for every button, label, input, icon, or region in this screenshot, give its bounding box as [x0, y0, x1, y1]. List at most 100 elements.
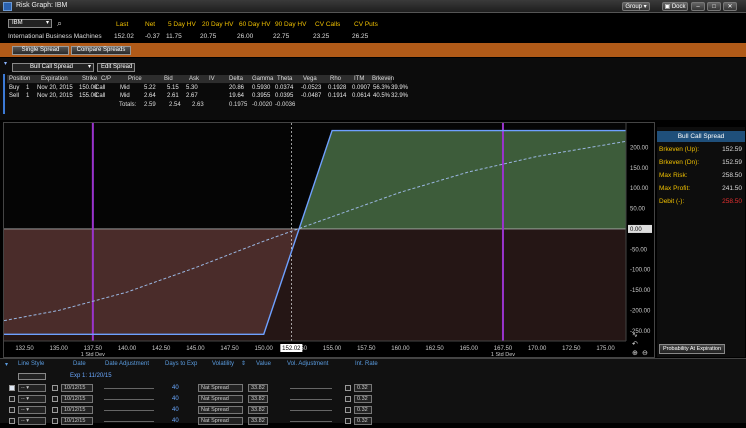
table-cell: 19.64: [229, 93, 245, 99]
settings-header: Days to Exp: [165, 361, 198, 367]
date-field[interactable]: 10/12/15: [61, 406, 93, 414]
settings-header: Date Adjustment: [105, 361, 150, 367]
quote-header: CV Calls: [315, 21, 341, 28]
interest-rate-field[interactable]: 0.32: [354, 395, 372, 403]
vol-adjust-slider[interactable]: [290, 410, 332, 411]
close-icon: ✕: [727, 4, 733, 10]
vol-adjust-slider[interactable]: [290, 388, 332, 389]
volatility-select[interactable]: Nat Spread: [198, 395, 243, 403]
quote-header: 5 Day HV: [168, 21, 196, 28]
table-header: IV: [209, 76, 215, 82]
volatility-value[interactable]: 33.82: [248, 406, 268, 414]
rate-checkbox[interactable]: [345, 385, 351, 391]
position-row[interactable]: Buy 1 Nov 20, 2015 150.00 Call Mid 5.22 5.15 5.3…: [7, 84, 408, 92]
vol-adjust-slider[interactable]: [290, 421, 332, 422]
interest-rate-field[interactable]: 0.32: [354, 406, 372, 414]
table-cell: Call: [95, 85, 106, 91]
visible-checkbox[interactable]: [9, 418, 15, 424]
settings-header: Date: [73, 361, 86, 367]
date-checkbox[interactable]: [52, 418, 58, 424]
single-spread-button[interactable]: Single Spread: [12, 46, 69, 55]
table-cell: 40.5%: [373, 93, 391, 99]
table-cell: 5.22: [144, 85, 156, 91]
date-checkbox[interactable]: [52, 385, 58, 391]
line-style-select[interactable]: -- ▾: [18, 384, 46, 392]
interest-rate-field[interactable]: 0.32: [354, 417, 372, 425]
rate-checkbox[interactable]: [345, 418, 351, 424]
visible-checkbox[interactable]: [9, 407, 15, 413]
volatility-value[interactable]: 33.82: [248, 395, 268, 403]
probability-button[interactable]: Probability At Expiration: [659, 344, 725, 354]
line-style-select[interactable]: -- ▾: [18, 395, 46, 403]
dock-button[interactable]: ▣ Dock: [662, 2, 688, 11]
quote-header: CV Puts: [354, 21, 378, 28]
undo-icon[interactable]: ↶: [632, 341, 638, 348]
search-icon[interactable]: ⌕: [57, 18, 62, 29]
summary-value: 258.50: [722, 172, 742, 179]
table-cell: Mid: [120, 93, 130, 99]
wave-icon[interactable]: ∿: [632, 332, 638, 339]
collapse-icon[interactable]: ▾: [5, 361, 8, 368]
settings-header: Vol. Adjustment: [287, 361, 329, 367]
maximize-button[interactable]: □: [707, 2, 721, 11]
compare-spreads-button[interactable]: Compare Spreads: [71, 46, 131, 55]
position-row[interactable]: Sell 1 Nov 20, 2015 155.00 Call Mid 2.64 2.61 2.…: [7, 92, 408, 100]
close-button[interactable]: ✕: [723, 2, 737, 11]
line-style-select[interactable]: -- ▾: [18, 417, 46, 425]
sort-icon[interactable]: ⇕: [241, 360, 246, 367]
summary-value: 241.50: [722, 185, 742, 192]
volatility-select[interactable]: Nat Spread: [198, 417, 243, 425]
quote-header: Net: [145, 21, 156, 28]
table-header: Price: [128, 76, 142, 82]
table-cell: 1: [26, 85, 30, 91]
table-cell: 2.64: [144, 93, 156, 99]
volatility-value[interactable]: 33.82: [248, 417, 268, 425]
summary-row: Brkeven (Up): 152.59: [657, 143, 745, 156]
visible-checkbox[interactable]: [9, 385, 15, 391]
quote-header: 90 Day HV: [275, 21, 307, 28]
risk-graph-chart[interactable]: 200.00 150.00 100.00 50.00 0.00 -50.00 -100.00…: [3, 122, 655, 358]
solid-line-style[interactable]: [18, 373, 46, 380]
date-field[interactable]: 10/12/15: [61, 384, 93, 392]
date-slider[interactable]: [104, 410, 154, 411]
date-slider[interactable]: [104, 421, 154, 422]
y-tick-label: 150.00: [630, 166, 649, 172]
zoom-out-icon[interactable]: ⊖: [642, 350, 648, 357]
zoom-in-icon[interactable]: ⊕: [632, 350, 638, 357]
date-field[interactable]: 10/12/15: [61, 395, 93, 403]
x-tick-label: 170.00: [528, 346, 547, 352]
strategy-select[interactable]: Bull Call Spread ▾: [12, 63, 94, 72]
date-checkbox[interactable]: [52, 396, 58, 402]
table-cell: 2.67: [186, 93, 198, 99]
table-header: Ask: [189, 76, 200, 82]
line-style-select[interactable]: -- ▾: [18, 406, 46, 414]
date-field[interactable]: 10/12/15: [61, 417, 93, 425]
symbol-input[interactable]: IBM ▾: [8, 19, 52, 28]
quote-value: 22.75: [273, 33, 290, 40]
y-tick-label: -100.00: [630, 268, 651, 274]
summary-label: Brkeven (Up):: [659, 146, 700, 153]
y-tick-label: -50.00: [630, 247, 648, 253]
profit-region: [299, 130, 626, 229]
settings-header: Int. Rate: [355, 361, 378, 367]
x-tick-label: 165.00: [460, 346, 479, 352]
settings-row: -- ▾ 10/12/15 40 Nat Spread 33.82 0.32: [0, 395, 746, 406]
table-cell: 39.9%: [391, 85, 409, 91]
date-slider[interactable]: [104, 399, 154, 400]
date-slider[interactable]: [104, 388, 154, 389]
visible-checkbox[interactable]: [9, 396, 15, 402]
minimize-button[interactable]: –: [691, 2, 705, 11]
volatility-value[interactable]: 33.82: [248, 384, 268, 392]
rate-checkbox[interactable]: [345, 396, 351, 402]
settings-header: Line Style: [18, 361, 45, 367]
volatility-select[interactable]: Nat Spread: [198, 384, 243, 392]
edit-spread-button[interactable]: Edit Spread: [97, 63, 135, 72]
group-button[interactable]: Group ▾: [622, 2, 650, 11]
volatility-select[interactable]: Nat Spread: [198, 406, 243, 414]
expand-icon[interactable]: ▾: [4, 60, 7, 67]
vol-adjust-slider[interactable]: [290, 399, 332, 400]
settings-header: Value: [256, 361, 271, 367]
interest-rate-field[interactable]: 0.32: [354, 384, 372, 392]
date-checkbox[interactable]: [52, 407, 58, 413]
rate-checkbox[interactable]: [345, 407, 351, 413]
